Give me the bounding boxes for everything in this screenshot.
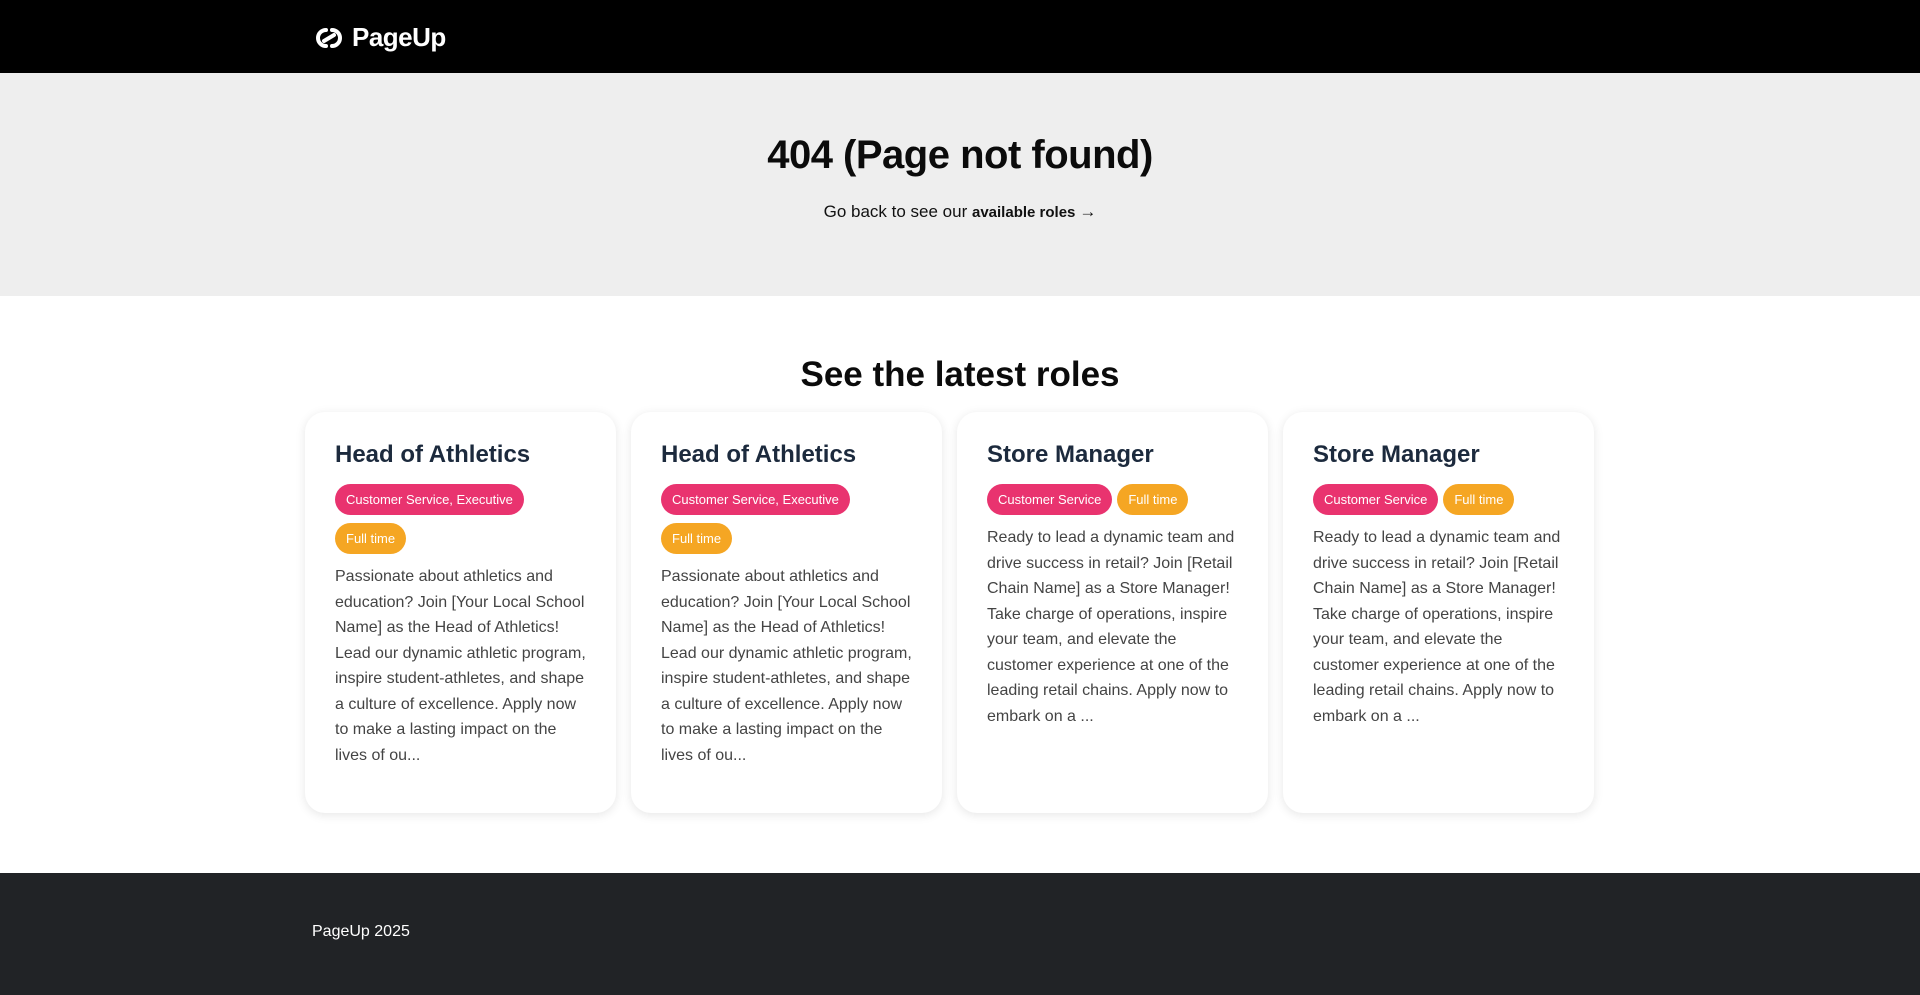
role-card[interactable]: Store Manager Customer Service Full time…: [1283, 412, 1594, 813]
arrow-right-icon: →: [1079, 202, 1097, 221]
job-type-badge: Full time: [335, 523, 407, 554]
logo-text: PageUp: [352, 22, 446, 52]
pageup-logo-icon: [316, 27, 342, 48]
latest-roles-section: See the latest roles Head of Athletics C…: [0, 296, 1920, 873]
role-tags: Customer Service Full time: [987, 484, 1238, 515]
available-roles-link-label: available roles: [971, 204, 1076, 221]
category-badge: Customer Service: [1313, 484, 1439, 515]
hero-subtitle-text: Go back to see our: [823, 202, 968, 221]
role-tags: Customer Service Full time: [1313, 484, 1564, 515]
site-header: PageUp: [0, 0, 1920, 73]
job-type-badge: Full time: [661, 523, 733, 554]
section-title: See the latest roles: [800, 355, 1120, 394]
site-footer: PageUp 2025: [0, 873, 1920, 995]
role-description: Ready to lead a dynamic team and drive s…: [1313, 529, 1561, 725]
page-title: 404 (Page not found): [767, 133, 1153, 177]
role-cards: Head of Athletics Customer Service, Exec…: [305, 412, 1594, 813]
available-roles-link[interactable]: available roles →: [971, 202, 1097, 221]
role-card[interactable]: Head of Athletics Customer Service, Exec…: [305, 412, 616, 813]
category-badge: Customer Service, Executive: [661, 484, 850, 515]
role-description: Passionate about athletics and education…: [335, 568, 586, 764]
pageup-logo-link[interactable]: PageUp: [312, 22, 446, 53]
role-title[interactable]: Head of Athletics: [661, 440, 912, 470]
hero-subtitle: Go back to see our available roles →: [0, 202, 1920, 222]
role-title[interactable]: Store Manager: [1313, 440, 1564, 470]
role-tags: Customer Service, Executive Full time: [661, 484, 912, 554]
role-title[interactable]: Store Manager: [987, 440, 1238, 470]
category-badge: Customer Service, Executive: [335, 484, 524, 515]
role-title[interactable]: Head of Athletics: [335, 440, 586, 470]
role-card[interactable]: Store Manager Customer Service Full time…: [957, 412, 1268, 813]
role-tags: Customer Service, Executive Full time: [335, 484, 586, 554]
job-type-badge: Full time: [1443, 484, 1515, 515]
error-hero: 404 (Page not found) Go back to see our …: [0, 73, 1920, 296]
role-card[interactable]: Head of Athletics Customer Service, Exec…: [631, 412, 942, 813]
job-type-badge: Full time: [1117, 484, 1189, 515]
category-badge: Customer Service: [987, 484, 1113, 515]
footer-copyright: PageUp 2025: [312, 923, 410, 940]
role-description: Ready to lead a dynamic team and drive s…: [987, 529, 1235, 725]
role-description: Passionate about athletics and education…: [661, 568, 912, 764]
